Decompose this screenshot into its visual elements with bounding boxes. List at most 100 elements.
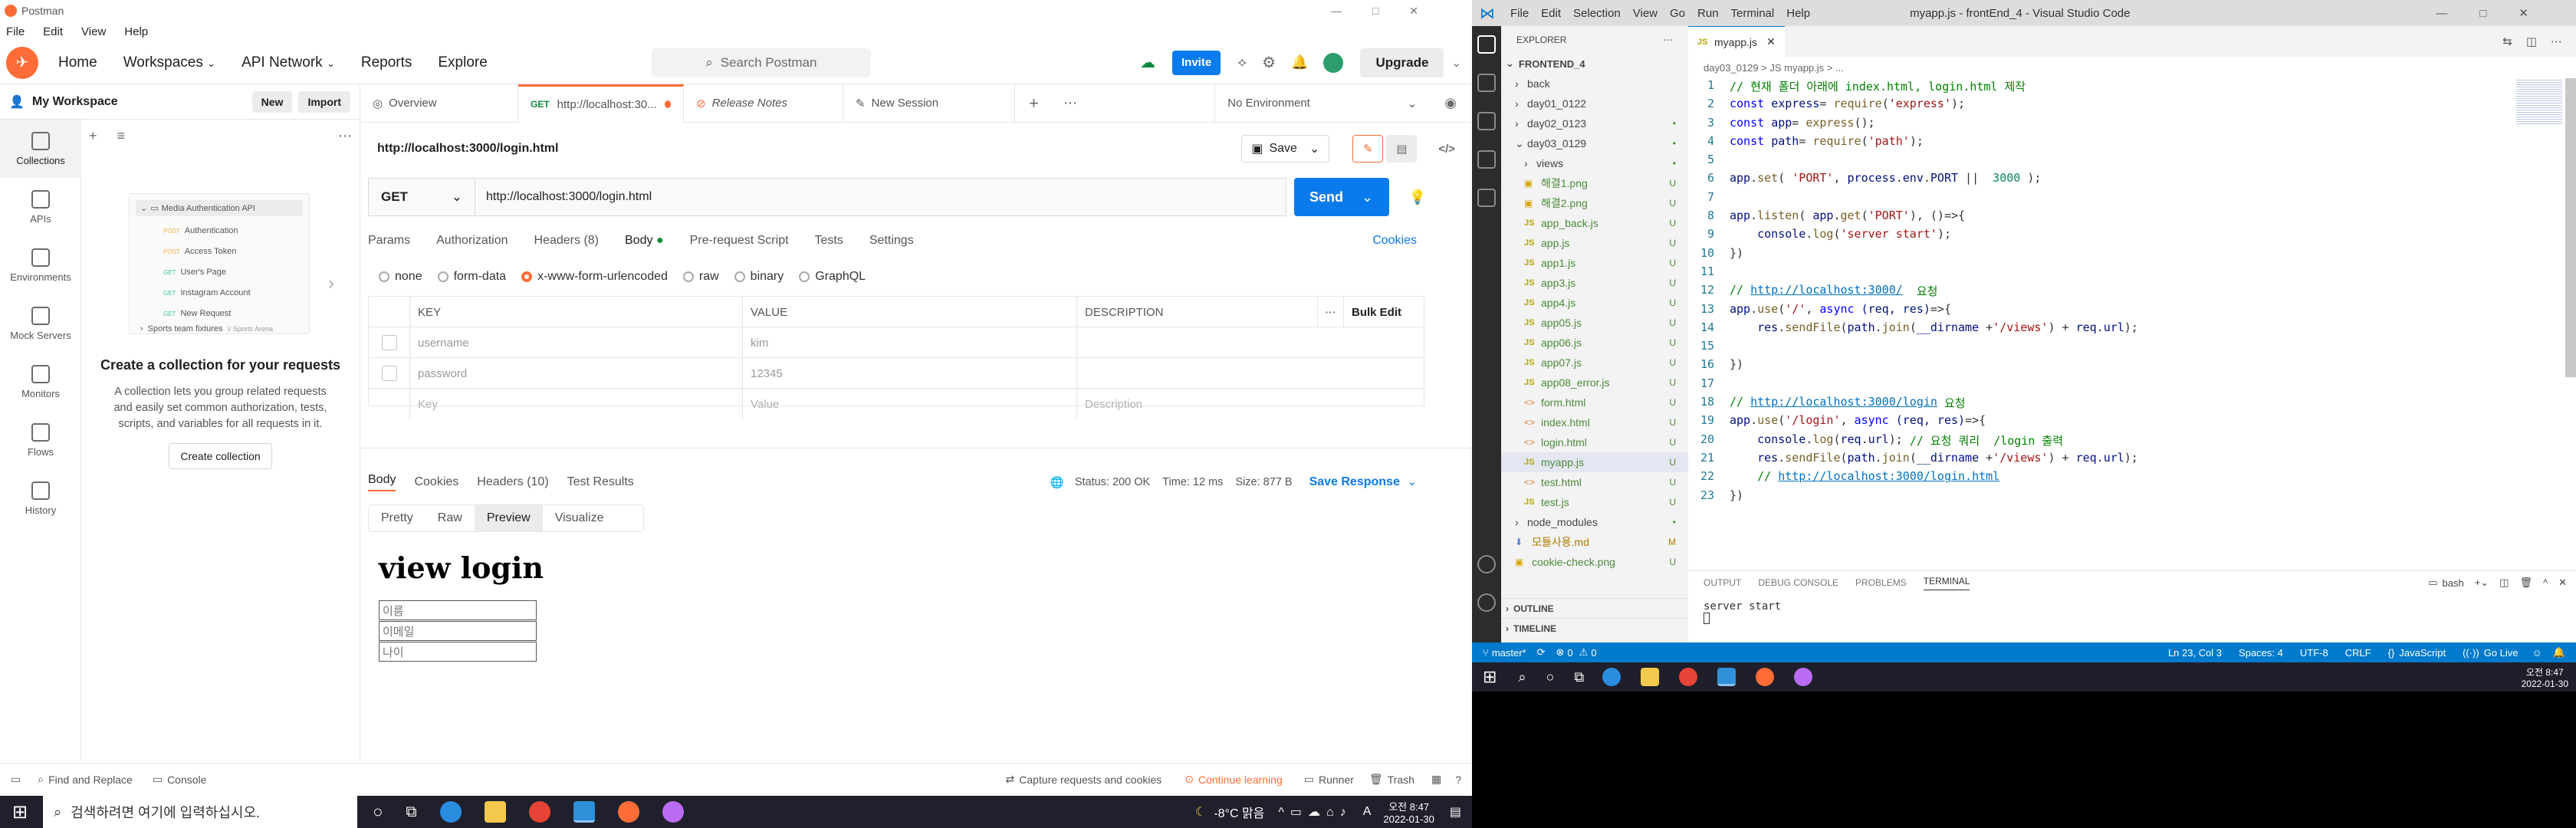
comment-icon[interactable]: ▤ (1386, 135, 1418, 163)
tab-tests[interactable]: Tests (815, 234, 843, 248)
compare-icon[interactable]: ⇆ (2502, 34, 2512, 48)
encoding[interactable]: UTF-8 (2300, 647, 2328, 659)
file-tree-item[interactable]: › day01_0122 (1501, 94, 1688, 113)
panel-tab-debug-console[interactable]: DEBUG CONSOLE (1758, 577, 1838, 588)
satellite-icon[interactable]: ⟡ (1237, 54, 1247, 71)
warning-count[interactable]: 0 (1591, 647, 1596, 659)
trash-button[interactable]: Trash (1388, 774, 1414, 786)
file-tree-item[interactable]: JS app3.js U (1501, 273, 1688, 293)
vscode-icon[interactable] (1717, 668, 1737, 686)
resp-tab-tests[interactable]: Test Results (567, 475, 634, 489)
postman-icon[interactable] (617, 801, 639, 823)
eye-icon[interactable]: ◉ (1444, 95, 1457, 111)
sidebar-item-apis[interactable]: APIs (0, 178, 81, 236)
line-ending[interactable]: CRLF (2345, 647, 2371, 659)
file-tree-item[interactable]: JS app06.js U (1501, 333, 1688, 353)
response-size[interactable]: Size: 877 B (1235, 476, 1292, 488)
chevron-down-icon[interactable]: ⌄ (1451, 56, 1461, 70)
panel-tab-output[interactable]: OUTPUT (1704, 577, 1741, 588)
nav-home[interactable]: Home (58, 54, 97, 71)
outline-section[interactable]: OUTLINE (1513, 603, 1554, 614)
file-tree-item[interactable]: JS app07.js U (1501, 353, 1688, 373)
panel-tab-problems[interactable]: PROBLEMS (1855, 577, 1907, 588)
gear-icon[interactable]: ⚙ (1262, 53, 1276, 72)
chevron-down-icon[interactable]: ⌄ (1408, 476, 1417, 488)
row-description[interactable] (1077, 358, 1318, 389)
runner-button[interactable]: Runner (1319, 774, 1354, 786)
file-explorer-icon[interactable] (1641, 668, 1660, 686)
row-value[interactable]: kim (743, 327, 1077, 358)
editor-tab-myapp[interactable]: JS myapp.js ✕ (1688, 26, 1785, 57)
status-code[interactable]: Status: 200 OK (1075, 476, 1150, 488)
nav-reports[interactable]: Reports (361, 54, 412, 71)
file-tree-item[interactable]: JS app_back.js U (1501, 213, 1688, 233)
paint-icon[interactable] (662, 801, 684, 823)
sync-icon[interactable]: ⟳ (1537, 646, 1546, 659)
sidebar-item-collections[interactable]: Collections (0, 120, 81, 178)
continue-learning-button[interactable]: Continue learning (1198, 774, 1283, 786)
window-controls-icon[interactable]: —□✕ (2436, 6, 2561, 20)
clock[interactable]: 오전 8:47 2022-01-30 (2522, 665, 2568, 689)
invite-button[interactable]: Invite (1172, 50, 1221, 75)
file-tree-item[interactable]: › node_modules • (1501, 512, 1688, 532)
tray-icons[interactable]: ^▭☁⌂♪ (1278, 804, 1352, 820)
vs-menu-selection[interactable]: Selection (1573, 7, 1621, 20)
run-debug-icon[interactable] (1477, 150, 1496, 169)
tab-body[interactable]: Body ● (625, 234, 664, 248)
environment-selector[interactable]: No Environment ⌄ (1214, 84, 1429, 123)
tab-pre-request[interactable]: Pre-request Script (690, 234, 789, 248)
ime-indicator[interactable]: A (1363, 805, 1372, 819)
tab-params[interactable]: Params (368, 234, 410, 248)
breadcrumb[interactable]: day03_0129 > JS myapp.js > ... (1688, 57, 2576, 78)
file-explorer-icon[interactable] (484, 801, 506, 823)
tab-release-notes[interactable]: ⊘ Release Notes (684, 84, 843, 123)
capture-button[interactable]: Capture requests and cookies (1019, 774, 1162, 786)
taskbar-search[interactable]: ⌕ 검색하려면 여기에 입력하십시오. (43, 796, 358, 828)
nav-workspaces[interactable]: Workspaces ⌄ (123, 54, 215, 71)
file-tree-item[interactable]: JS app08_error.js U (1501, 373, 1688, 393)
sidebar-item-monitors[interactable]: Monitors (0, 353, 81, 411)
window-controls-icon[interactable]: —□✕ (1331, 5, 1449, 18)
radio-urlencoded[interactable]: x-www-form-urlencoded (521, 270, 668, 284)
radio-graphql[interactable]: GraphQL (799, 270, 866, 284)
tab-login-request[interactable]: GET http://localhost:30... (518, 84, 684, 123)
menu-edit[interactable]: Edit (43, 25, 63, 38)
sidebar-toggle-icon[interactable]: ▭ (11, 773, 21, 786)
file-tree-item[interactable]: ⌄ day03_0129 • (1501, 133, 1688, 153)
url-input[interactable]: http://localhost:3000/login.html (475, 178, 1286, 216)
tab-overview[interactable]: ◎ Overview (360, 84, 518, 123)
code-icon[interactable]: </> (1438, 143, 1455, 156)
indentation[interactable]: Spaces: 4 (2239, 647, 2283, 659)
file-tree-item[interactable]: ▣ 해결2.png U (1501, 193, 1688, 213)
file-tree-item[interactable]: <> form.html U (1501, 393, 1688, 412)
resp-tab-headers[interactable]: Headers (10) (477, 475, 548, 489)
radio-none[interactable]: none (379, 270, 422, 284)
nav-explore[interactable]: Explore (438, 54, 487, 71)
lightbulb-icon[interactable]: 💡 (1409, 189, 1426, 205)
file-tree-item[interactable]: <> test.html U (1501, 472, 1688, 492)
import-button[interactable]: Import (298, 90, 350, 113)
tab-headers[interactable]: Headers (8) (534, 234, 599, 248)
vs-menu-help[interactable]: Help (1786, 7, 1810, 20)
account-icon[interactable] (1477, 555, 1496, 573)
split-terminal-icon[interactable]: ◫ (2499, 577, 2509, 589)
vscode-icon[interactable] (573, 801, 595, 823)
explorer-icon[interactable] (1477, 35, 1496, 54)
row-key[interactable]: password (410, 358, 743, 389)
search-icon[interactable]: ⌕ (1518, 669, 1526, 685)
console-button[interactable]: Console (167, 774, 206, 786)
layout-icon[interactable]: ▦ (1431, 773, 1441, 786)
file-tree-item[interactable]: ⬇ 모듈사용.md M (1501, 532, 1688, 552)
postman-logo-icon[interactable]: ✈ (6, 46, 38, 79)
menu-help[interactable]: Help (124, 25, 148, 38)
file-tree-item[interactable]: <> index.html U (1501, 412, 1688, 432)
language-mode[interactable]: JavaScript (2399, 647, 2446, 659)
menu-file[interactable]: File (6, 25, 25, 38)
workspace-folder[interactable]: FRONTEND_4 (1519, 58, 1585, 70)
preview-field[interactable]: 이메일 (379, 621, 537, 641)
cortana-icon[interactable]: ○ (1546, 669, 1555, 685)
more-icon[interactable]: ⋯ (1664, 34, 1673, 45)
sidebar-item-environments[interactable]: Environments (0, 236, 81, 294)
sidebar-item-history[interactable]: History (0, 469, 81, 527)
file-tree-item[interactable]: JS app4.js U (1501, 293, 1688, 313)
